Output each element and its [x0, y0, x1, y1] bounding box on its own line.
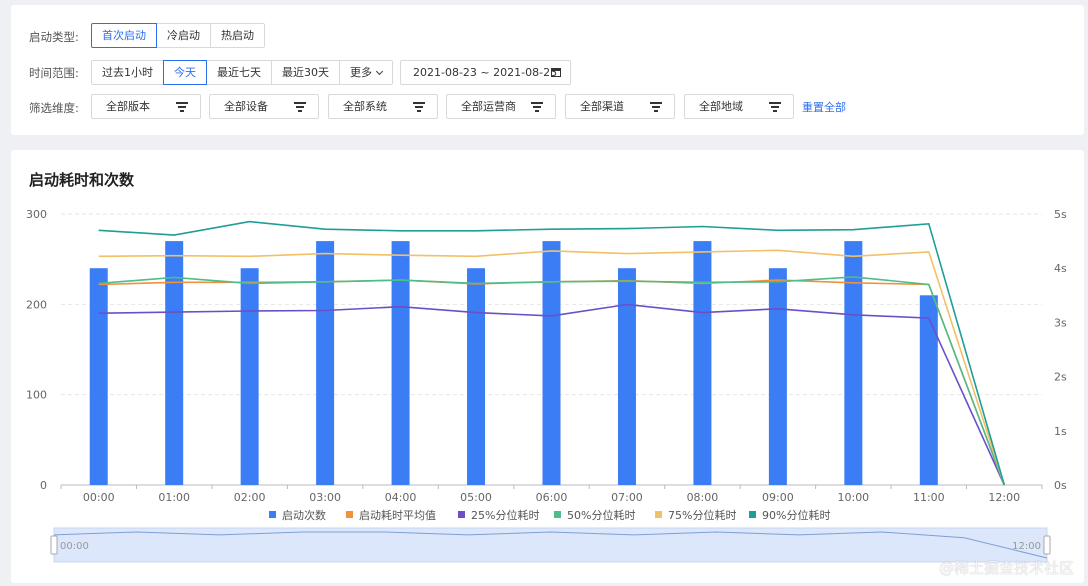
y-right-tick: 3s	[1054, 316, 1067, 329]
select-system[interactable]: 全部系统	[328, 94, 438, 119]
range-7-days[interactable]: 最近七天	[206, 60, 272, 85]
launch-type-cold[interactable]: 冷启动	[156, 23, 211, 48]
range-30-days[interactable]: 最近30天	[271, 60, 340, 85]
reset-all-link[interactable]: 重置全部	[802, 99, 846, 115]
bar	[768, 268, 787, 485]
x-tick-label: 05:00	[460, 491, 492, 504]
filter-icon	[176, 102, 188, 112]
legend-swatch	[554, 511, 561, 518]
bar	[240, 268, 259, 485]
filter-icon	[531, 102, 543, 112]
launch-type-hot[interactable]: 热启动	[210, 23, 265, 48]
time-range-group: 过去1小时 今天 最近七天 最近30天 更多	[91, 60, 393, 85]
legend-label: 75%分位耗时	[668, 508, 736, 522]
zoom-handle[interactable]	[50, 535, 58, 555]
zoom-end-label: 12:00	[1012, 541, 1041, 552]
select-carrier[interactable]: 全部运营商	[446, 94, 556, 119]
filter-icon	[650, 102, 662, 112]
y-left-tick: 200	[26, 298, 47, 311]
bar	[467, 268, 486, 485]
select-device-label: 全部设备	[224, 100, 268, 113]
x-tick-label: 09:00	[762, 491, 794, 504]
launch-type-label: 启动类型:	[29, 30, 79, 44]
x-tick-label: 11:00	[913, 491, 945, 504]
date-range-picker[interactable]: 2021-08-23 ~ 2021-08-23	[400, 60, 571, 85]
range-past-hour[interactable]: 过去1小时	[91, 60, 164, 85]
x-tick-label: 03:00	[309, 491, 341, 504]
select-version[interactable]: 全部版本	[91, 94, 201, 119]
bar	[617, 268, 636, 485]
filter-icon	[769, 102, 781, 112]
range-more-label: 更多	[350, 66, 372, 79]
select-device[interactable]: 全部设备	[209, 94, 319, 119]
time-range-label: 时间范围:	[29, 66, 79, 80]
bar	[89, 268, 108, 485]
y-left-tick: 100	[26, 389, 47, 402]
x-tick-label: 08:00	[687, 491, 719, 504]
select-region[interactable]: 全部地域	[684, 94, 794, 119]
filter-icon	[413, 102, 425, 112]
bar	[391, 241, 410, 485]
select-channel[interactable]: 全部渠道	[565, 94, 675, 119]
legend-label: 启动次数	[282, 508, 326, 522]
select-channel-label: 全部渠道	[580, 100, 624, 113]
watermark: @稀土掘金技术社区	[938, 559, 1074, 577]
zoom-handle[interactable]	[1043, 535, 1051, 555]
chevron-down-icon	[375, 67, 384, 76]
legend-label: 25%分位耗时	[471, 508, 539, 522]
dimension-label: 筛选维度:	[29, 101, 79, 115]
date-range-value: 2021-08-23 ~ 2021-08-23	[413, 66, 558, 79]
filter-panel: 启动类型: 首次启动 冷启动 热启动 时间范围: 过去1小时 今天 最近七天 最…	[11, 5, 1084, 135]
bar	[542, 241, 561, 485]
select-version-label: 全部版本	[106, 100, 150, 113]
legend-label: 50%分位耗时	[567, 508, 635, 522]
legend-label: 90%分位耗时	[762, 508, 830, 522]
legend-swatch	[458, 511, 465, 518]
y-right-tick: 2s	[1054, 371, 1067, 384]
x-tick-label: 10:00	[837, 491, 869, 504]
y-left-tick: 0	[40, 479, 47, 492]
x-tick-label: 01:00	[158, 491, 190, 504]
legend-swatch	[346, 511, 353, 518]
x-tick-label: 12:00	[988, 491, 1020, 504]
select-region-label: 全部地域	[699, 100, 743, 113]
select-carrier-label: 全部运营商	[461, 100, 516, 113]
bar	[693, 241, 712, 485]
launch-type-group: 首次启动 冷启动 热启动	[91, 23, 265, 48]
launch-time-chart: 0 100 200 300 0s 1s 2s 3s 4s 5s 00:00 01:00 02:00 03:…	[26, 208, 1067, 563]
legend-label: 启动耗时平均值	[359, 509, 436, 522]
y-right-tick: 1s	[1054, 425, 1067, 438]
chart-panel: 启动耗时和次数 0 100 200 300 0s 1s 2s 3s 4s 5s 00:00 01:00…	[11, 150, 1084, 583]
x-tick-label: 02:00	[234, 491, 266, 504]
calendar-icon	[551, 68, 561, 77]
y-right-tick: 0s	[1054, 479, 1067, 492]
filter-icon	[294, 102, 306, 112]
zoom-start-label: 00:00	[60, 541, 89, 552]
launch-type-first[interactable]: 首次启动	[91, 23, 157, 48]
y-right-tick: 4s	[1054, 262, 1067, 275]
legend-swatch	[269, 511, 276, 518]
x-tick-label: 06:00	[536, 491, 568, 504]
x-tick-label: 07:00	[611, 491, 643, 504]
bar	[919, 295, 938, 485]
legend-swatch	[749, 511, 756, 518]
range-today[interactable]: 今天	[163, 60, 207, 85]
range-more-dropdown[interactable]: 更多	[339, 60, 393, 85]
select-system-label: 全部系统	[343, 100, 387, 113]
bar	[316, 241, 335, 485]
y-right-tick: 5s	[1054, 208, 1067, 221]
legend-swatch	[655, 511, 662, 518]
y-left-tick: 300	[26, 208, 47, 221]
x-tick-label: 00:00	[83, 491, 115, 504]
x-tick-label: 04:00	[385, 491, 417, 504]
